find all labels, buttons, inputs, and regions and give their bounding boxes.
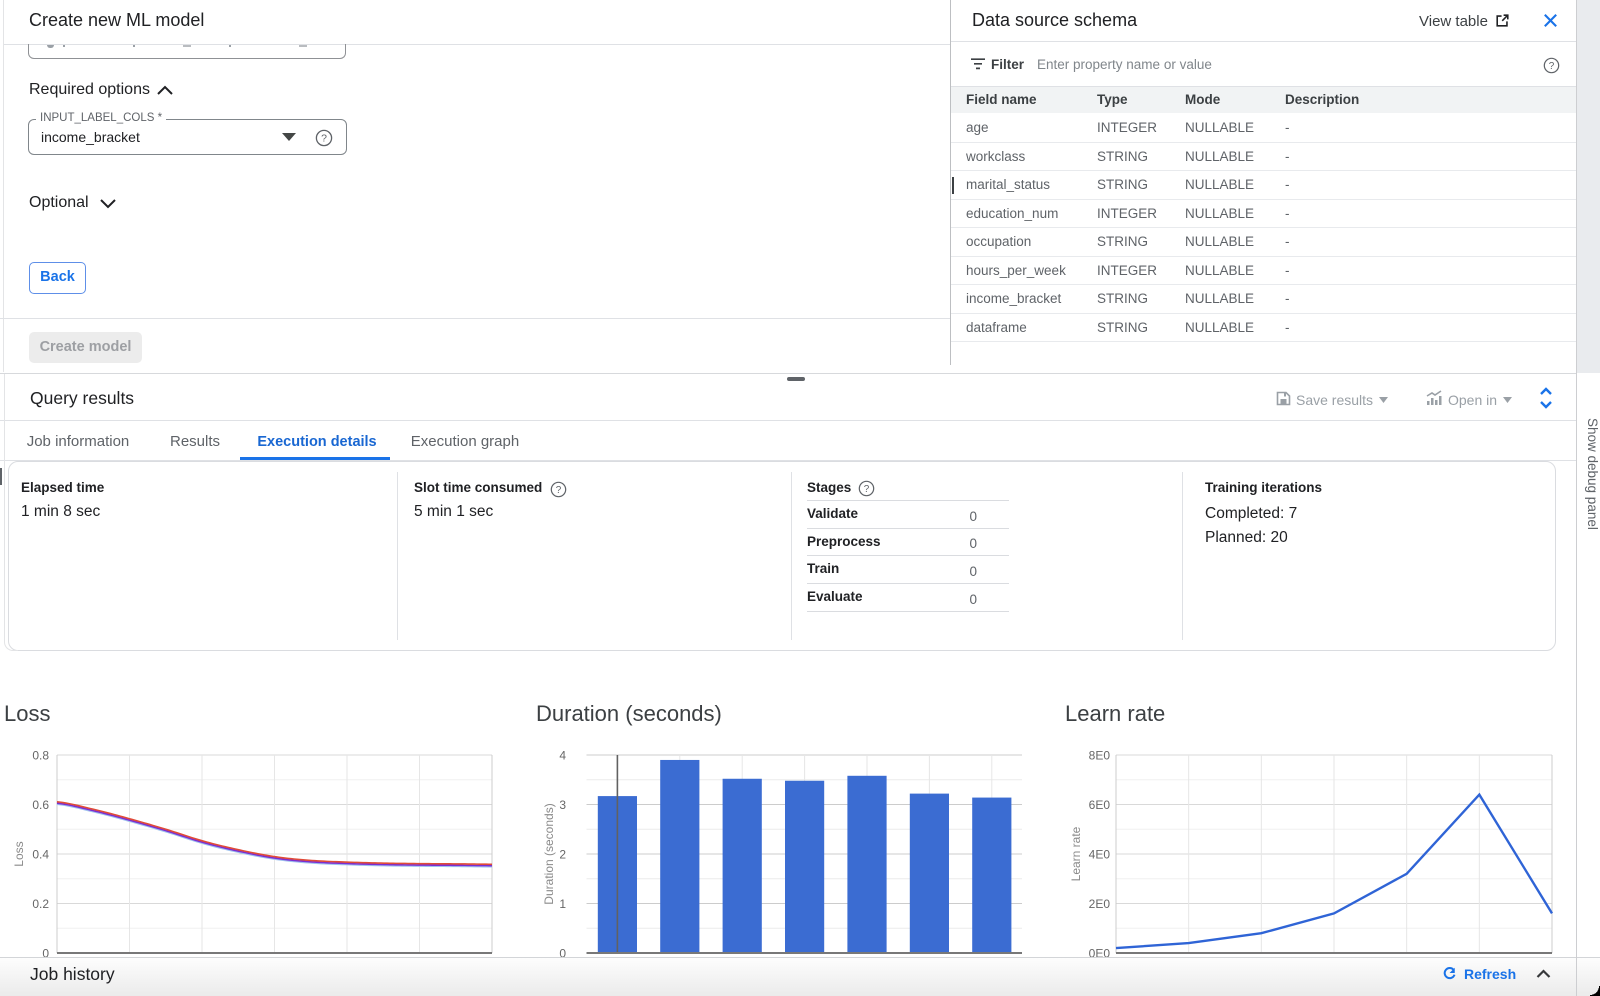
svg-text:0.4: 0.4: [32, 848, 49, 862]
svg-text:?: ?: [555, 485, 561, 496]
svg-text:3: 3: [559, 798, 566, 812]
svg-text:2: 2: [559, 848, 566, 862]
svg-text:?: ?: [1549, 61, 1555, 72]
svg-text:4: 4: [559, 749, 566, 763]
svg-text:0.6: 0.6: [32, 798, 49, 812]
svg-text:1: 1: [559, 897, 566, 911]
svg-text:?: ?: [864, 484, 870, 495]
svg-text:Learn rate: Learn rate: [1069, 826, 1083, 881]
svg-text:Duration (seconds): Duration (seconds): [542, 803, 556, 904]
svg-text:Loss: Loss: [12, 841, 26, 866]
svg-text:6E0: 6E0: [1089, 798, 1111, 812]
svg-text:0.2: 0.2: [32, 897, 49, 911]
svg-text:8E0: 8E0: [1089, 749, 1111, 763]
svg-text:0.8: 0.8: [32, 749, 49, 763]
svg-text:?: ?: [321, 133, 327, 145]
svg-text:2E0: 2E0: [1089, 897, 1111, 911]
svg-text:4E0: 4E0: [1089, 848, 1111, 862]
